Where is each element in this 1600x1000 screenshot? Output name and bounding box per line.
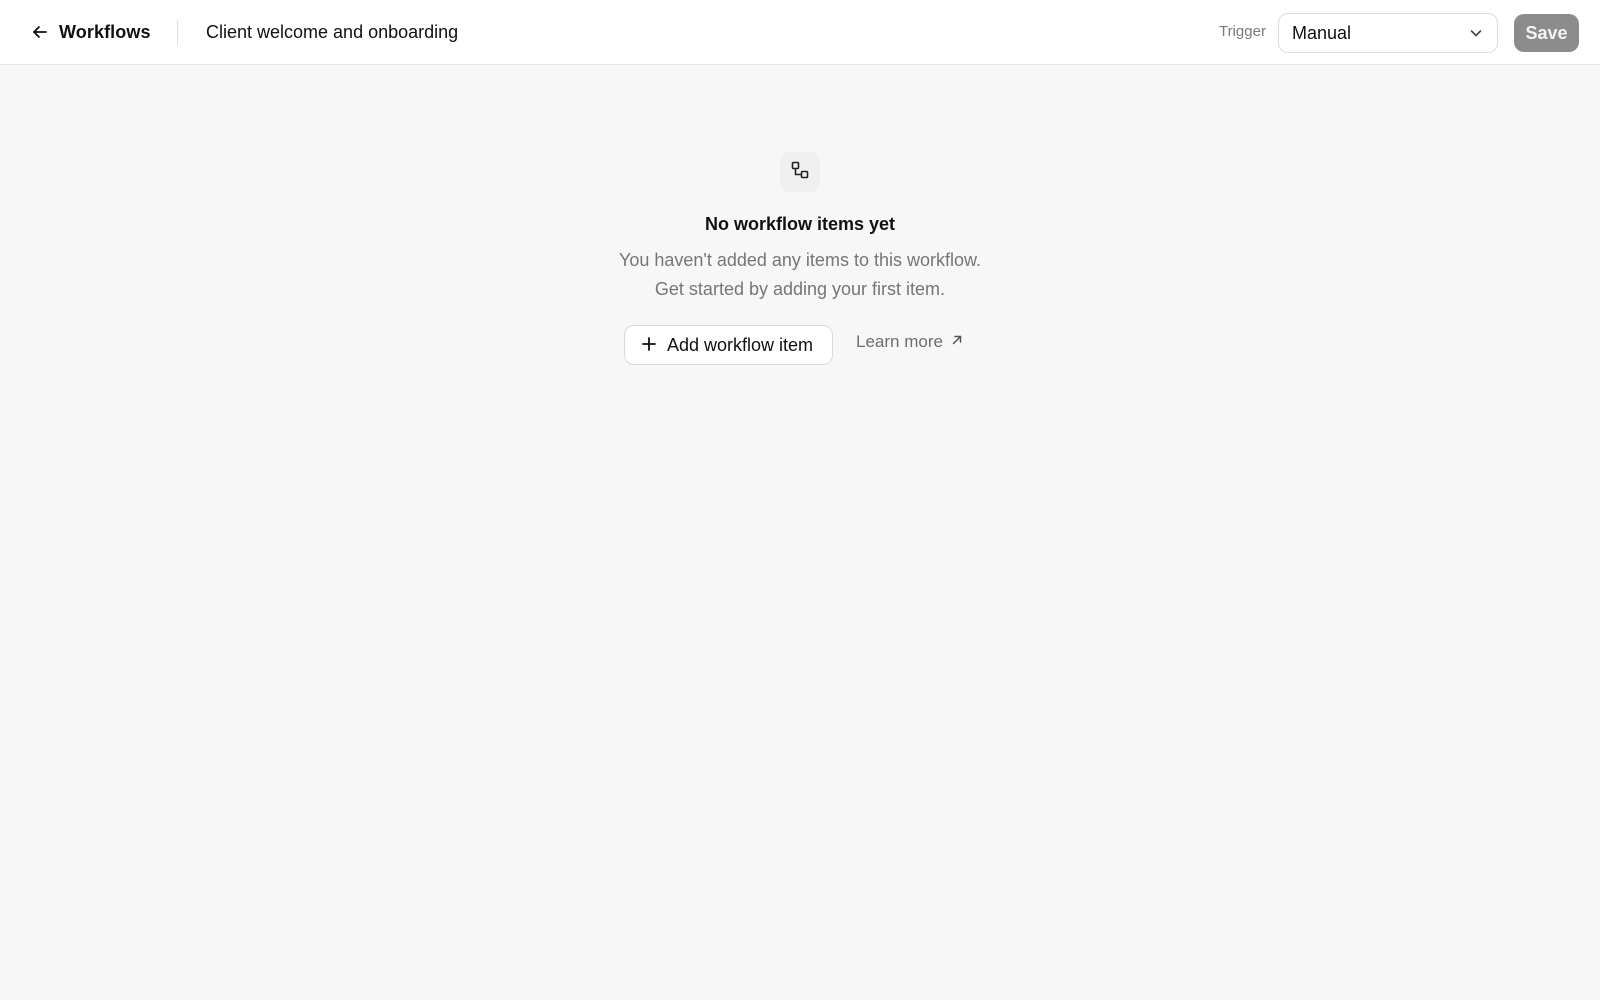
back-to-workflows-link[interactable]: Workflows xyxy=(30,16,151,48)
arrow-left-icon xyxy=(30,22,50,42)
add-workflow-item-label: Add workflow item xyxy=(667,334,814,355)
top-bar: Workflows Client welcome and onboarding … xyxy=(0,0,1600,65)
trigger-selected-value: Manual xyxy=(1292,22,1352,43)
trigger-select[interactable]: Manual xyxy=(1278,13,1498,53)
workflow-icon xyxy=(790,160,810,185)
empty-state-description-line-1: You haven't added any items to this work… xyxy=(619,250,981,270)
empty-state-icon-container xyxy=(780,152,820,192)
page-title: Client welcome and onboarding xyxy=(206,22,459,42)
empty-state-description-line-2: Get started by adding your first item. xyxy=(654,279,946,299)
learn-more-link[interactable]: Learn more xyxy=(856,332,964,352)
arrow-up-right-icon xyxy=(950,333,964,352)
trigger-label: Trigger xyxy=(1219,23,1266,40)
empty-state-title: No workflow items yet xyxy=(704,214,896,234)
learn-more-label: Learn more xyxy=(856,332,943,351)
back-link-label: Workflows xyxy=(59,21,151,42)
plus-icon xyxy=(640,335,658,356)
add-workflow-item-button[interactable]: Add workflow item xyxy=(624,325,833,365)
save-button[interactable]: Save xyxy=(1514,14,1579,52)
chevron-down-icon xyxy=(1468,25,1484,41)
header-divider xyxy=(177,20,178,45)
